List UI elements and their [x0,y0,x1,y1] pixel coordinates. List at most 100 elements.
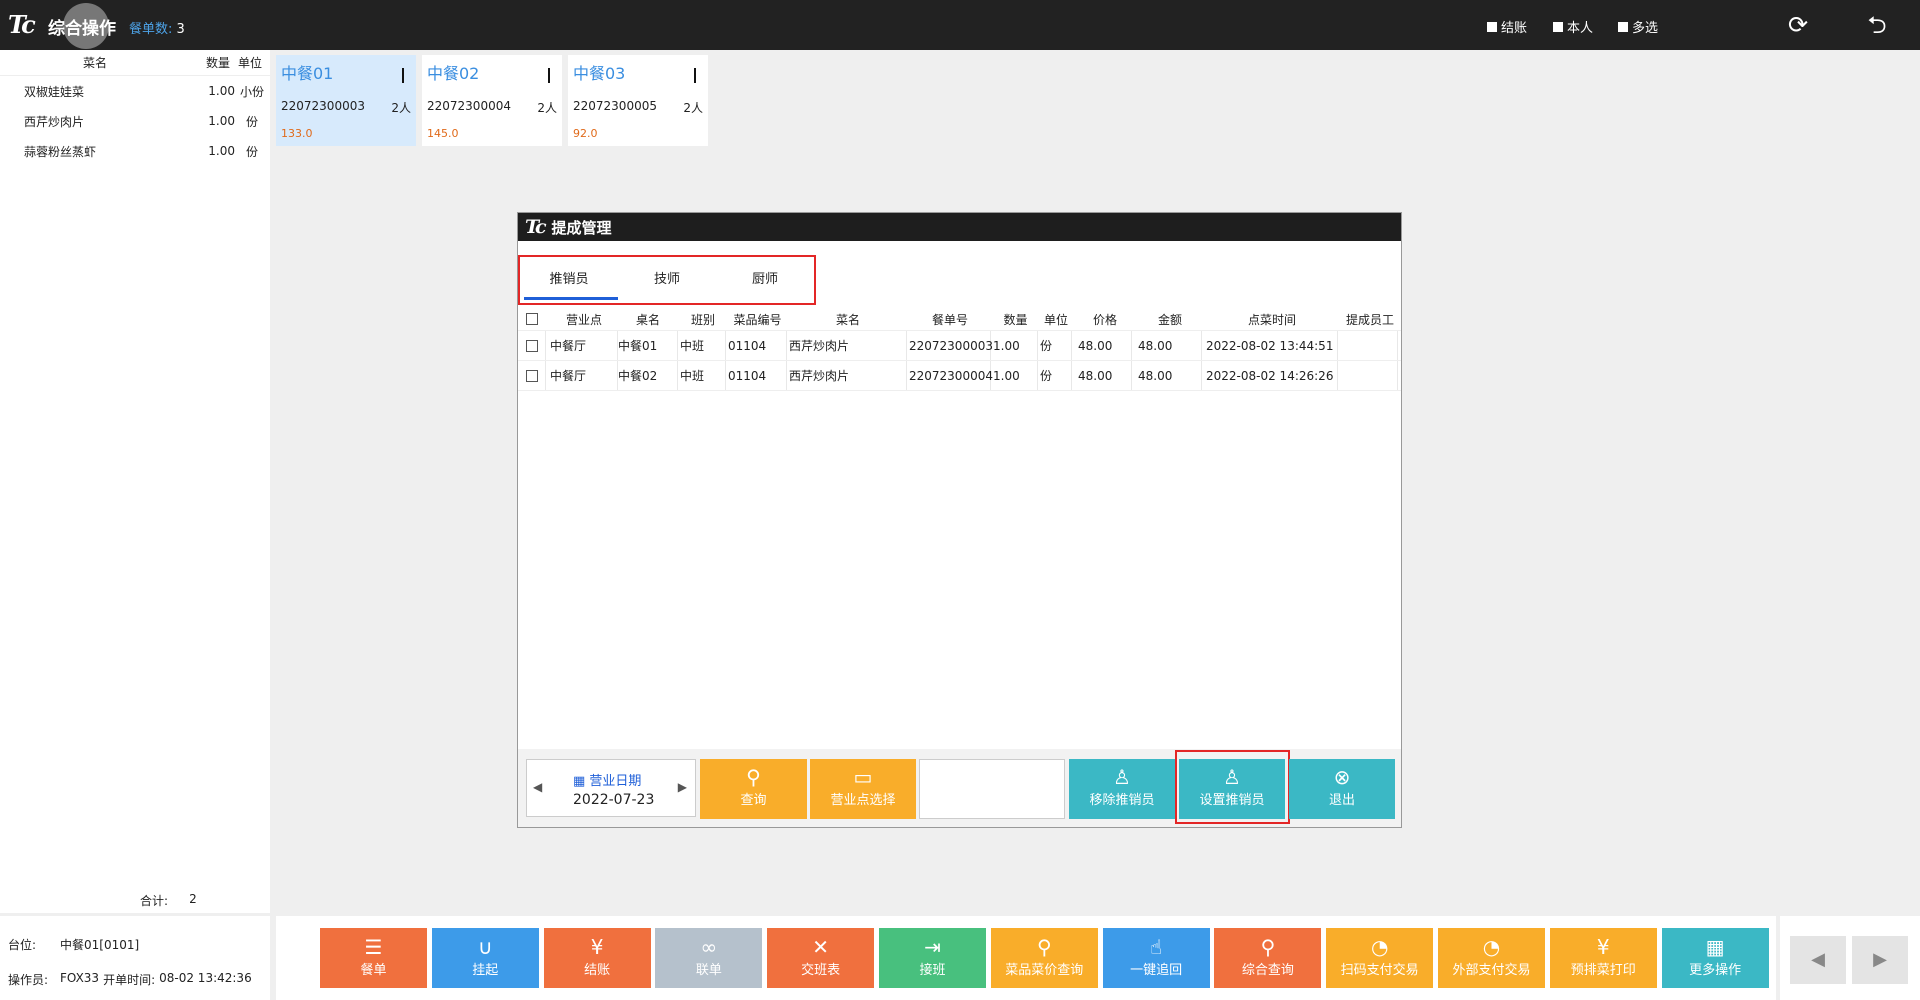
item-qty: 1.00 [208,84,235,98]
list-item[interactable]: 双椒娃娃菜 1.00 小份 [0,76,270,106]
user-shift-icon: ⇥ [924,935,941,959]
toolbar-button-label: 更多操作 [1689,963,1742,978]
toolbar-button[interactable]: ¥ 结账 [543,928,651,988]
order-count: 餐单数: 3 [129,18,185,37]
toolbar-button[interactable]: ☰ 餐单 [320,928,427,988]
open-time-label: 开单时间: [103,973,156,987]
col-order-no: 餐单号 [931,312,968,327]
toolbar-button-label: 一键追回 [1130,963,1183,978]
prev-date-icon[interactable]: ◀ [533,780,542,794]
col-dish-name: 菜名 [835,312,860,327]
dialog-logo: Tc [525,216,546,238]
next-date-icon[interactable]: ▶ [678,780,687,794]
cell-outlet: 中餐厅 [546,331,618,360]
checkbox-multi[interactable] [1618,21,1628,32]
list-item[interactable]: 蒜蓉粉丝蒸虾 1.00 份 [0,136,270,166]
cell-amount: 48.00 [1132,361,1202,390]
table-label: 台位: [8,938,37,952]
option-checkout[interactable]: 结账 [1487,17,1527,36]
checkbox-self[interactable] [1553,21,1563,32]
prev-page-button[interactable]: ◀ [1790,936,1846,984]
exit-label: 退出 [1328,793,1355,808]
option-checkout-label: 结账 [1501,21,1528,36]
cell-table: 中餐01 [618,331,678,360]
close-circle-icon: ⊗ [1333,765,1351,789]
card-order-no: 22072300004 [427,99,511,113]
dialog-tabs: 推销员 技师 厨师 [518,255,816,305]
grid-icon: ▦ [1705,935,1725,959]
cell-price: 48.00 [1072,331,1132,360]
cell-commission-staff[interactable] [1338,361,1398,390]
toolbar-button[interactable]: ⇥ 接班 [879,928,986,988]
cell-commission-staff[interactable] [1338,331,1398,360]
option-self[interactable]: 本人 [1553,17,1593,36]
date-label-text: 营业日期 [589,774,642,789]
card-marker [694,68,696,83]
table-cards: 中餐01 22072300003 2人 133.0 中餐02 220723000… [276,55,708,146]
exit-button[interactable]: ⊗ 退出 [1289,759,1395,819]
toolbar-button[interactable]: ∪ 挂起 [431,928,539,988]
table-header: 营业点 桌名 班别 菜品编号 菜名 餐单号 数量 单位 价格 金额 点菜时间 提… [518,308,1401,331]
back-icon[interactable]: ⮌ [1862,10,1892,40]
query-label: 查询 [740,793,767,808]
list-item[interactable]: 西芹炒肉片 1.00 份 [0,106,270,136]
option-self-label: 本人 [1567,21,1594,36]
checkbox-checkout[interactable] [1487,21,1497,32]
card-name: 中餐02 [427,64,480,83]
toolbar-button-label: 外部支付交易 [1452,963,1531,978]
toolbar-button[interactable]: ¥ 预排菜打印 [1549,928,1657,988]
monitor-icon: ▭ [853,765,873,789]
tab-salesperson[interactable]: 推销员 [520,257,618,303]
yen-icon: ¥ [590,935,604,959]
table-row[interactable]: 中餐厅 中餐02 中班 01104 西芹炒肉片 22072300004 1.00… [518,361,1401,391]
toolbar-button[interactable]: ☝ 一键追回 [1102,928,1210,988]
table-card[interactable]: 中餐02 22072300004 2人 145.0 [422,55,562,146]
item-name: 蒜蓉粉丝蒸虾 [24,144,97,159]
cell-order-time: 2022-08-02 14:26:26 [1202,361,1338,390]
table-row-info: 台位: 中餐01[0101] [8,936,139,953]
operator-label: 操作员: [8,973,49,987]
commission-dialog: Tc 提成管理 推销员 技师 厨师 营业点 桌名 班别 菜品编号 菜名 餐单号 … [517,212,1402,828]
header-qty: 数量 [205,56,230,70]
item-qty: 1.00 [208,114,235,128]
toolbar-button-label: 菜品菜价查询 [1005,963,1084,978]
option-multi[interactable]: 多选 [1618,17,1658,36]
business-date-picker[interactable]: ◀ ▦ 营业日期 2022-07-23 ▶ [526,759,696,817]
toolbar-button[interactable]: ◔ 外部支付交易 [1438,928,1545,988]
table-card[interactable]: 中餐01 22072300003 2人 133.0 [276,55,416,146]
remove-salesperson-button[interactable]: ♙ 移除推销员 [1069,759,1175,819]
table-info: 台位: 中餐01[0101] 操作员: FOX33 开单时间: 08-02 13… [0,916,270,1000]
search-icon: ⚲ [1036,935,1052,959]
cell-dish-name: 西芹炒肉片 [787,331,907,360]
tab-chef[interactable]: 厨师 [716,257,814,303]
toolbar-button[interactable]: ∞ 联单 [655,928,763,988]
query-button[interactable]: ⚲ 查询 [700,759,807,819]
select-all-checkbox[interactable] [526,313,538,325]
col-commission-staff: 提成员工 [1345,312,1394,327]
remove-salesperson-label: 移除推销员 [1089,793,1155,808]
order-count-label: 餐单数: [129,22,173,37]
cell-amount: 48.00 [1132,331,1202,360]
refresh-icon[interactable]: ⟳ [1783,10,1813,40]
toolbar-button[interactable]: ◔ 扫码支付交易 [1326,928,1434,988]
card-name: 中餐03 [573,64,626,83]
col-dish-code: 菜品编号 [733,312,782,327]
pie-icon: ◔ [1482,935,1501,959]
table-row[interactable]: 中餐厅 中餐01 中班 01104 西芹炒肉片 22072300003 1.00… [518,331,1401,361]
cell-qty: 1.00 [991,361,1038,390]
row-select-cell [518,361,546,390]
cell-unit: 份 [1038,331,1072,360]
toolbar-button[interactable]: ⚲ 综合查询 [1214,928,1322,988]
table-card[interactable]: 中餐03 22072300005 2人 92.0 [568,55,708,146]
tab-technician[interactable]: 技师 [618,257,716,303]
toolbar-button[interactable]: ✕ 交班表 [767,928,875,988]
toolbar-button[interactable]: ▦ 更多操作 [1661,928,1769,988]
outlet-select-button[interactable]: ▭ 营业点选择 [810,759,916,819]
row-select-cell [518,331,546,360]
row-checkbox[interactable] [525,339,538,352]
total-label: 合计: [139,894,168,908]
toolbar-button[interactable]: ⚲ 菜品菜价查询 [990,928,1098,988]
next-page-button[interactable]: ▶ [1852,936,1908,984]
row-checkbox[interactable] [525,369,538,382]
staff-input[interactable] [919,759,1065,819]
